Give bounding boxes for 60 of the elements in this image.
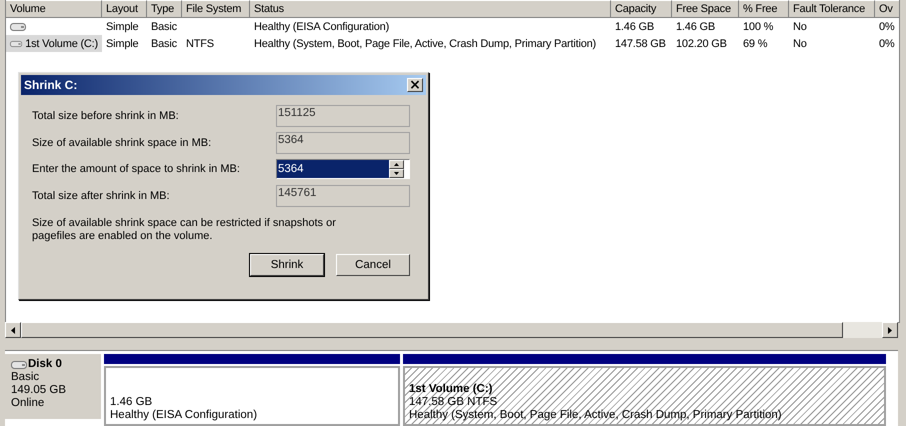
table-cell: No <box>793 38 807 50</box>
disk-status: Online <box>11 397 46 410</box>
table-cell: NTFS <box>186 38 214 50</box>
partition-detail: 147.58 GB NTFS <box>409 396 498 409</box>
readonly-field: 5364 <box>276 132 410 154</box>
volume-name: 1st Volume (C:) <box>25 38 98 50</box>
note-text: Size of available shrink space can be restricted if snapshots or pagefiles are enabled on the volume. <box>32 217 337 243</box>
spin-down-icon[interactable] <box>389 169 404 178</box>
disk-name: Disk 0 <box>28 358 62 371</box>
table-cell: Basic <box>151 20 177 32</box>
column-header[interactable]: Status <box>250 0 611 18</box>
shrink-button[interactable]: Shrink <box>250 254 324 276</box>
spin-field[interactable]: 5364 <box>276 159 410 180</box>
table-cell: 147.58 GB <box>615 38 666 50</box>
table-cell: Basic <box>151 38 177 50</box>
column-header[interactable]: Free Space <box>672 0 739 18</box>
close-button[interactable]: × <box>407 78 423 92</box>
table-cell: Simple <box>106 20 138 32</box>
readonly-field: 151125 <box>276 105 410 128</box>
column-header[interactable]: % Free <box>739 0 789 18</box>
field-label: Size of available shrink space in MB: <box>32 136 212 149</box>
table-cell: 1.46 GB <box>676 20 715 32</box>
scrollbar-thumb[interactable] <box>21 322 843 338</box>
table-cell: No <box>793 20 807 32</box>
table-cell: 1.46 GB <box>615 20 654 32</box>
scroll-right-button[interactable] <box>882 322 898 338</box>
field-label: Total size before shrink in MB: <box>32 110 180 122</box>
disk-type: Basic <box>11 371 40 384</box>
table-cell: 69 % <box>743 38 768 50</box>
partition-detail: 1.46 GB <box>110 396 152 409</box>
column-header[interactable]: Volume <box>6 0 102 18</box>
disk-info-panel[interactable]: Disk 0 Basic 149.05 GB Online <box>5 354 101 419</box>
spin-up-icon[interactable] <box>389 160 404 170</box>
scroll-left-button[interactable] <box>5 322 21 338</box>
partition-block[interactable]: 1.46 GB Healthy (EISA Configuration) <box>104 366 400 426</box>
table-cell: 0% <box>879 38 894 50</box>
table-cell: 102.20 GB <box>676 38 727 50</box>
table-cell: Healthy (System, Boot, Page File, Active, Crash Dump, Primary Partition) <box>254 38 596 50</box>
field-label: Total size after shrink in MB: <box>32 190 171 202</box>
partition-detail: Healthy (EISA Configuration) <box>110 409 258 422</box>
cancel-button[interactable]: Cancel <box>336 254 410 276</box>
column-header[interactable]: File System <box>182 0 250 18</box>
disk-size: 149.05 GB <box>11 384 67 397</box>
column-header[interactable]: Layout <box>102 0 147 18</box>
left-arrow-icon <box>11 326 15 334</box>
volume-cell[interactable]: 1st Volume (C:) <box>6 35 102 52</box>
table-cell: Healthy (EISA Configuration) <box>254 20 390 32</box>
table-cell: 0% <box>879 20 894 32</box>
column-header[interactable]: Fault Tolerance <box>789 0 875 18</box>
table-cell: 100 % <box>743 20 774 32</box>
column-header[interactable]: Type <box>147 0 182 18</box>
partition-detail: Healthy (System, Boot, Page File, Active, Crash Dump, Primary Partition) <box>409 409 782 422</box>
field-label: Enter the amount of space to shrink in MB: <box>32 163 241 176</box>
partition-block[interactable]: 1st Volume (C:) 147.58 GB NTFS Healthy (System, Boot, Page File, Active, Crash Dump, Primary Partition) <box>403 366 886 426</box>
column-header[interactable]: Capacity <box>611 0 672 18</box>
partition-title: 1st Volume (C:) <box>409 383 492 396</box>
table-cell: Simple <box>106 38 138 50</box>
right-arrow-icon <box>888 326 892 334</box>
readonly-field: 145761 <box>276 184 410 207</box>
dialog-title: Shrink C: <box>24 78 78 92</box>
